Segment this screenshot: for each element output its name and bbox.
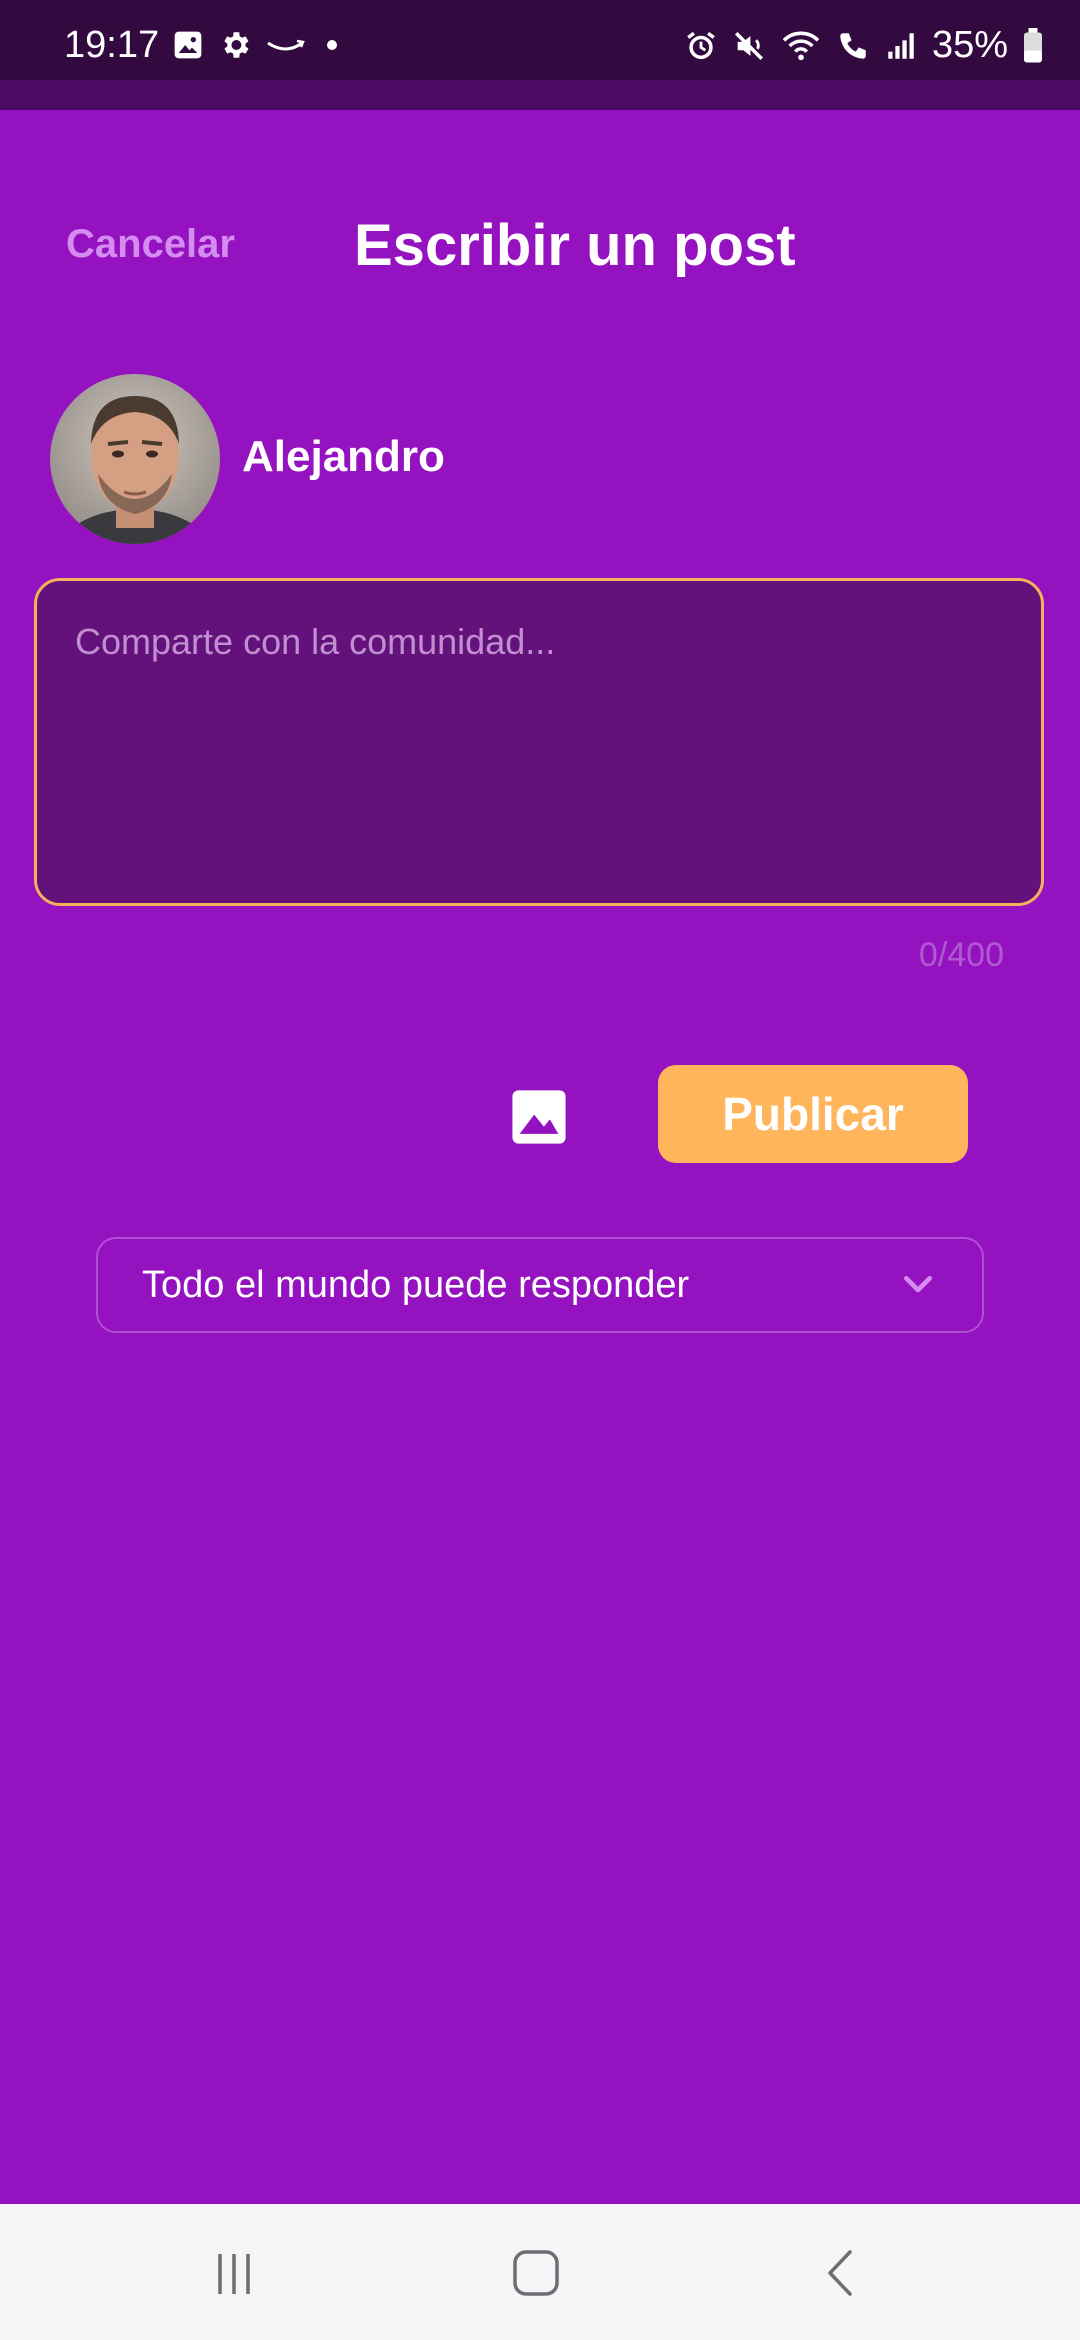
home-button[interactable]	[506, 2248, 566, 2298]
mute-icon	[732, 29, 766, 63]
cancel-button[interactable]: Cancelar	[66, 222, 235, 267]
back-icon	[812, 2250, 872, 2302]
publish-button[interactable]: Publicar	[658, 1065, 968, 1163]
home-icon	[506, 2250, 566, 2302]
post-input[interactable]	[34, 578, 1044, 906]
add-image-button[interactable]	[510, 1088, 568, 1146]
wifi-icon	[780, 29, 822, 63]
wifi-calling-icon	[836, 29, 870, 63]
reply-permission-value: Todo el mundo puede responder	[142, 1263, 690, 1306]
recent-apps-icon	[204, 2254, 264, 2302]
back-button[interactable]	[812, 2248, 872, 2298]
alarm-icon	[684, 29, 718, 63]
recent-apps-button[interactable]	[204, 2248, 264, 2298]
reply-permission-select[interactable]: Todo el mundo puede responder	[96, 1237, 984, 1333]
avatar	[50, 374, 220, 544]
battery-percentage: 35%	[931, 24, 1008, 66]
status-bar: 19:17 35%	[0, 0, 1080, 80]
system-navigation-bar	[0, 2204, 1080, 2340]
image-notification-icon	[172, 29, 204, 61]
user-name: Alejandro	[242, 432, 445, 481]
battery-icon	[1022, 27, 1044, 64]
dot-icon	[320, 33, 344, 57]
amazon-notification-icon	[266, 33, 306, 57]
signal-icon	[884, 29, 918, 63]
header-strip	[0, 80, 1080, 110]
system-status-icons: 35%	[684, 24, 1044, 67]
image-icon	[510, 1090, 568, 1150]
settings-notification-icon	[218, 28, 252, 62]
status-time: 19:17	[64, 24, 160, 66]
notification-icons	[172, 28, 344, 62]
character-counter: 0/400	[918, 936, 1004, 974]
chevron-down-icon	[898, 1265, 938, 1305]
page-title: Escribir un post	[354, 213, 796, 278]
